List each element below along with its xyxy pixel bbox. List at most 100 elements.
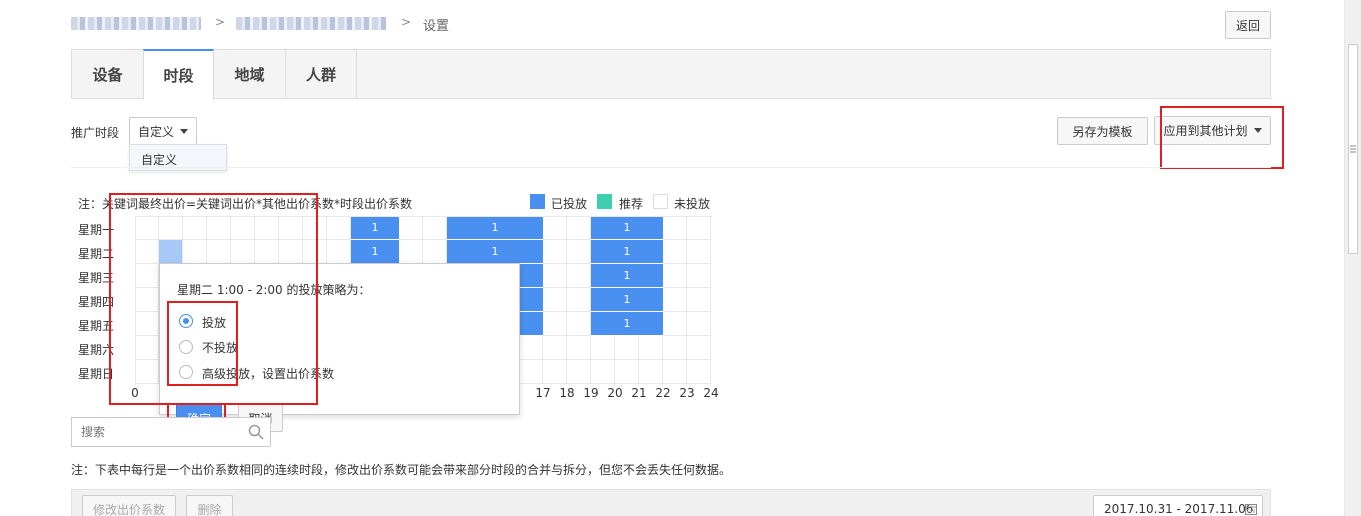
grid-cell[interactable] xyxy=(135,336,159,360)
grid-cell[interactable] xyxy=(663,312,687,336)
back-button[interactable]: 返回 xyxy=(1225,11,1271,39)
grid-cell-selected[interactable] xyxy=(159,240,183,264)
grid-cell[interactable] xyxy=(135,240,159,264)
grid-cell[interactable] xyxy=(687,336,711,360)
grid-cell[interactable] xyxy=(567,336,591,360)
grid-cell[interactable] xyxy=(423,216,447,240)
grid-cell[interactable] xyxy=(567,360,591,384)
search-input[interactable] xyxy=(72,418,237,446)
date-range-picker[interactable]: 2017.10.31 - 2017.11.06 xyxy=(1093,495,1263,516)
delivered-time-block[interactable]: 1 xyxy=(591,216,663,240)
grid-cell[interactable] xyxy=(327,216,351,240)
grid-cell[interactable] xyxy=(663,264,687,288)
apply-to-other-plans-button[interactable]: 应用到其他计划 xyxy=(1154,116,1271,145)
grid-cell[interactable] xyxy=(687,264,711,288)
grid-cell[interactable] xyxy=(135,264,159,288)
delivered-time-block[interactable]: 1 xyxy=(351,216,399,240)
grid-cell[interactable] xyxy=(543,312,567,336)
tab-audience[interactable]: 人群 xyxy=(286,49,357,99)
grid-cell[interactable] xyxy=(399,240,423,264)
table-note: 注：下表中每行是一个出价系数相同的连续时段，修改出价系数可能会带来部分时段的合并… xyxy=(71,463,732,477)
schedule-select[interactable]: 自定义 xyxy=(129,117,197,145)
delivered-time-block[interactable]: 1 xyxy=(591,264,663,288)
grid-cell[interactable] xyxy=(687,240,711,264)
radio-no-deliver[interactable] xyxy=(179,340,193,354)
grid-cell[interactable] xyxy=(207,216,231,240)
delivered-time-block[interactable]: 1 xyxy=(447,240,543,264)
grid-cell[interactable] xyxy=(591,360,615,384)
grid-cell[interactable] xyxy=(543,264,567,288)
grid-cell[interactable] xyxy=(615,336,639,360)
grid-cell[interactable] xyxy=(567,288,591,312)
radio-label-deliver[interactable]: 投放 xyxy=(202,314,226,331)
grid-cell[interactable] xyxy=(687,312,711,336)
apply-to-other-plans-label: 应用到其他计划 xyxy=(1163,124,1248,138)
breadcrumb-item-blurred[interactable] xyxy=(71,17,201,30)
delete-button[interactable]: 删除 xyxy=(186,495,233,516)
scrollbar-thumb[interactable] xyxy=(1348,44,1358,254)
grid-cell[interactable] xyxy=(543,240,567,264)
delivered-time-block[interactable]: 1 xyxy=(351,240,399,264)
grid-cell[interactable] xyxy=(159,216,183,240)
grid-cell[interactable] xyxy=(639,360,663,384)
grid-cell[interactable] xyxy=(279,240,303,264)
radio-label-no-deliver[interactable]: 不投放 xyxy=(202,339,238,356)
grid-cell[interactable] xyxy=(183,240,207,264)
grid-cell[interactable] xyxy=(423,240,447,264)
grid-cell[interactable] xyxy=(567,312,591,336)
grid-cell[interactable] xyxy=(183,216,207,240)
legend-label-recommended: 推荐 xyxy=(619,197,644,211)
grid-cell[interactable] xyxy=(687,216,711,240)
radio-advanced[interactable] xyxy=(179,365,193,379)
hour-label: 0 xyxy=(131,386,139,400)
grid-cell[interactable] xyxy=(663,360,687,384)
grid-cell[interactable] xyxy=(543,360,567,384)
delivered-time-block[interactable]: 1 xyxy=(591,288,663,312)
grid-cell[interactable] xyxy=(303,216,327,240)
grid-cell[interactable] xyxy=(687,288,711,312)
grid-cell[interactable] xyxy=(135,312,159,336)
tab-time-period[interactable]: 时段 xyxy=(143,49,214,100)
grid-cell[interactable] xyxy=(303,240,327,264)
grid-cell[interactable] xyxy=(135,360,159,384)
tab-region[interactable]: 地域 xyxy=(214,49,286,99)
grid-cell[interactable] xyxy=(519,336,543,360)
grid-cell[interactable] xyxy=(663,336,687,360)
grid-cell[interactable] xyxy=(567,264,591,288)
breadcrumb-item-blurred[interactable] xyxy=(236,17,386,30)
grid-cell[interactable] xyxy=(207,240,231,264)
grid-cell[interactable] xyxy=(639,336,663,360)
edit-bid-coefficient-button[interactable]: 修改出价系数 xyxy=(82,495,176,516)
save-as-template-button[interactable]: 另存为模板 xyxy=(1057,117,1148,145)
grid-cell[interactable] xyxy=(231,240,255,264)
grid-cell[interactable] xyxy=(567,240,591,264)
grid-cell[interactable] xyxy=(543,288,567,312)
delivered-time-block[interactable]: 1 xyxy=(591,312,663,336)
delivered-time-block[interactable]: 1 xyxy=(591,240,663,264)
grid-cell[interactable] xyxy=(543,336,567,360)
grid-cell[interactable] xyxy=(135,216,159,240)
radio-deliver[interactable] xyxy=(179,314,193,328)
search-icon[interactable] xyxy=(248,424,264,440)
grid-cell[interactable] xyxy=(663,216,687,240)
grid-cell[interactable] xyxy=(279,216,303,240)
page-scrollbar[interactable] xyxy=(1344,0,1361,516)
delivered-time-block[interactable]: 1 xyxy=(447,216,543,240)
grid-cell[interactable] xyxy=(135,288,159,312)
dropdown-option-custom[interactable]: 自定义 xyxy=(141,151,177,168)
grid-cell[interactable] xyxy=(543,216,567,240)
grid-cell[interactable] xyxy=(615,360,639,384)
grid-cell[interactable] xyxy=(519,360,543,384)
grid-cell[interactable] xyxy=(687,360,711,384)
grid-cell[interactable] xyxy=(231,216,255,240)
radio-label-advanced[interactable]: 高级投放，设置出价系数 xyxy=(202,365,334,382)
grid-cell[interactable] xyxy=(255,216,279,240)
grid-cell[interactable] xyxy=(663,240,687,264)
tab-device[interactable]: 设备 xyxy=(72,49,144,99)
grid-cell[interactable] xyxy=(399,216,423,240)
grid-cell[interactable] xyxy=(255,240,279,264)
grid-cell[interactable] xyxy=(663,288,687,312)
grid-cell[interactable] xyxy=(327,240,351,264)
grid-cell[interactable] xyxy=(591,336,615,360)
grid-cell[interactable] xyxy=(567,216,591,240)
